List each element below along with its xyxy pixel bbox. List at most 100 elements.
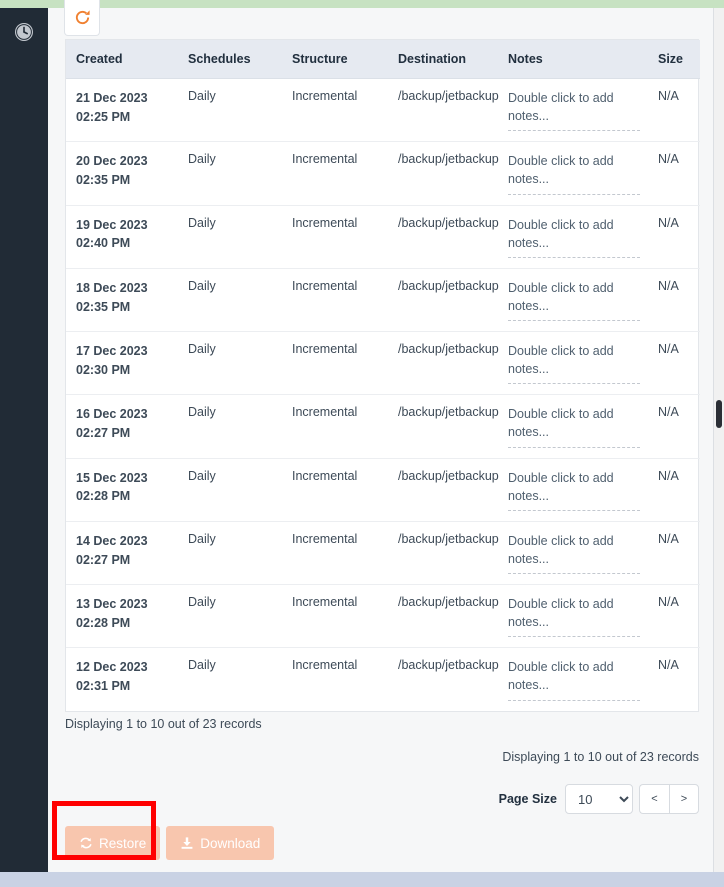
next-page-button[interactable]: > bbox=[669, 784, 699, 814]
cell-size: N/A bbox=[648, 394, 700, 458]
cell-schedule: Daily bbox=[178, 394, 282, 458]
cell-notes: Double click to add notes... bbox=[498, 520, 648, 585]
cell-structure: Incremental bbox=[282, 204, 388, 269]
cell-size: N/A bbox=[648, 330, 700, 395]
restore-icon bbox=[79, 836, 93, 850]
cell-schedule: Daily bbox=[178, 204, 282, 269]
cell-structure: Incremental bbox=[282, 647, 388, 711]
cell-schedule: Daily bbox=[178, 583, 282, 648]
notes-placeholder[interactable]: Double click to add notes... bbox=[508, 405, 640, 448]
table-row[interactable]: 19 Dec 2023 02:40 PM Daily Incremental/back… bbox=[66, 204, 700, 269]
cell-created: 18 Dec 2023 02:35 PM bbox=[66, 267, 178, 332]
restore-button[interactable]: Restore bbox=[65, 826, 161, 860]
cell-destination: /backup/jetbackup bbox=[388, 520, 499, 585]
notes-placeholder[interactable]: Double click to add notes... bbox=[508, 89, 640, 132]
backup-date: 17 Dec 2023 bbox=[76, 344, 148, 358]
cell-created: 16 Dec 2023 02:27 PM bbox=[66, 394, 178, 458]
clock-icon[interactable] bbox=[0, 18, 48, 46]
column-header-destination[interactable]: Destination bbox=[388, 40, 498, 79]
backup-date: 13 Dec 2023 bbox=[76, 597, 148, 611]
column-header-size[interactable]: Size bbox=[648, 40, 700, 79]
backups-table: Created Schedules Structure Destination … bbox=[66, 40, 700, 711]
column-header-created[interactable]: Created bbox=[66, 40, 178, 79]
cell-schedule: Daily bbox=[178, 330, 282, 395]
cell-created: 19 Dec 2023 02:40 PM bbox=[66, 204, 178, 269]
notes-placeholder[interactable]: Double click to add notes... bbox=[508, 342, 640, 385]
cell-structure: Incremental bbox=[282, 583, 388, 648]
notes-placeholder[interactable]: Double click to add notes... bbox=[508, 152, 640, 195]
pager-buttons: < > bbox=[639, 784, 699, 814]
cell-size: N/A bbox=[648, 457, 700, 522]
cell-created: 12 Dec 2023 02:31 PM bbox=[66, 647, 178, 711]
column-header-schedules[interactable]: Schedules bbox=[178, 40, 282, 79]
top-accent-strip bbox=[0, 0, 724, 8]
backups-table-card: Created Schedules Structure Destination … bbox=[65, 39, 700, 712]
records-count-right: Displaying 1 to 10 out of 23 records bbox=[502, 750, 699, 764]
cell-created: 20 Dec 2023 02:35 PM bbox=[66, 141, 178, 205]
table-row[interactable]: 21 Dec 2023 02:25 PM Daily Incremental/back… bbox=[66, 79, 700, 142]
cell-structure: Incremental bbox=[282, 394, 388, 458]
table-row[interactable]: 18 Dec 2023 02:35 PM Daily Incremental/back… bbox=[66, 267, 700, 332]
table-row[interactable]: 13 Dec 2023 02:28 PM Daily Incremental/back… bbox=[66, 583, 700, 648]
table-row[interactable]: 20 Dec 2023 02:35 PM Daily Incremental/back… bbox=[66, 141, 700, 205]
cell-size: N/A bbox=[648, 204, 700, 269]
refresh-button[interactable] bbox=[64, 0, 100, 36]
backup-time: 02:40 PM bbox=[76, 236, 131, 251]
left-sidebar bbox=[0, 8, 48, 872]
bottom-status-bar bbox=[0, 872, 724, 887]
backup-date: 21 Dec 2023 bbox=[76, 91, 148, 105]
cell-destination: /backup/jetbackup bbox=[388, 583, 499, 648]
pagination-controls: Page Size 102550100 < > bbox=[499, 784, 699, 814]
notes-placeholder[interactable]: Double click to add notes... bbox=[508, 279, 640, 321]
notes-placeholder[interactable]: Double click to add notes... bbox=[508, 469, 640, 511]
cell-notes: Double click to add notes... bbox=[498, 647, 648, 711]
cell-structure: Incremental bbox=[282, 141, 388, 205]
cell-destination: /backup/jetbackup bbox=[388, 204, 499, 269]
vertical-scrollbar[interactable] bbox=[713, 8, 724, 872]
cell-structure: Incremental bbox=[292, 89, 358, 103]
cell-notes: Double click to add notes... bbox=[498, 457, 648, 522]
previous-page-button[interactable]: < bbox=[639, 784, 669, 814]
table-row[interactable]: 16 Dec 2023 02:27 PM Daily Incremental/back… bbox=[66, 394, 700, 458]
table-row[interactable]: 14 Dec 2023 02:27 PM Daily Incremental/back… bbox=[66, 520, 700, 585]
action-buttons: Restore Download bbox=[65, 826, 275, 860]
backup-time: 02:30 PM bbox=[76, 362, 131, 377]
backup-time: 02:35 PM bbox=[76, 173, 131, 187]
cell-destination: /backup/jetbackup bbox=[388, 330, 499, 395]
column-header-structure[interactable]: Structure bbox=[282, 40, 388, 79]
table-body: 21 Dec 2023 02:25 PM Daily Incremental/back… bbox=[66, 79, 700, 711]
backup-time: 02:27 PM bbox=[76, 552, 131, 567]
cell-created: 15 Dec 2023 02:28 PM bbox=[66, 457, 178, 522]
backup-manager-screen: Created Schedules Structure Destination … bbox=[0, 0, 724, 887]
backup-date: 14 Dec 2023 bbox=[76, 533, 148, 548]
notes-placeholder[interactable]: Double click to add notes... bbox=[508, 658, 640, 701]
notes-placeholder[interactable]: Double click to add notes... bbox=[508, 532, 640, 574]
cell-schedule: Daily bbox=[188, 89, 216, 103]
notes-placeholder[interactable]: Double click to add notes... bbox=[508, 216, 640, 258]
backup-date: 19 Dec 2023 bbox=[76, 217, 148, 232]
notes-placeholder[interactable]: Double click to add notes... bbox=[508, 595, 640, 638]
page-size-label: Page Size bbox=[498, 792, 557, 806]
cell-notes: Double click to add notes... bbox=[498, 394, 648, 458]
page-size-select[interactable]: 102550100 bbox=[565, 784, 633, 814]
column-header-notes[interactable]: Notes bbox=[498, 40, 648, 79]
backup-time: 02:35 PM bbox=[76, 299, 131, 314]
backup-time: 02:31 PM bbox=[76, 679, 131, 693]
cell-structure: Incremental bbox=[282, 520, 388, 585]
download-button[interactable]: Download bbox=[166, 826, 275, 860]
cell-schedule: Daily bbox=[178, 267, 282, 332]
table-row[interactable]: 12 Dec 2023 02:31 PM Daily Incremental/back… bbox=[66, 647, 700, 711]
download-button-label: Download bbox=[200, 835, 261, 851]
cell-destination: /backup/jetbackup bbox=[388, 647, 499, 711]
backup-date: 16 Dec 2023 bbox=[76, 407, 148, 422]
cell-schedule: Daily bbox=[178, 457, 282, 522]
backup-time: 02:28 PM bbox=[76, 489, 131, 504]
main-content: Created Schedules Structure Destination … bbox=[48, 0, 713, 872]
cell-size: N/A bbox=[658, 89, 679, 103]
cell-destination: /backup/jetbackup bbox=[388, 141, 499, 205]
table-row[interactable]: 17 Dec 2023 02:30 PM Daily Incremental/back… bbox=[66, 330, 700, 395]
scrollbar-thumb[interactable] bbox=[716, 400, 722, 428]
cell-destination: /backup/jetbackup bbox=[398, 89, 499, 103]
table-row[interactable]: 15 Dec 2023 02:28 PM Daily Incremental/back… bbox=[66, 457, 700, 522]
cell-schedule: Daily bbox=[178, 520, 282, 585]
